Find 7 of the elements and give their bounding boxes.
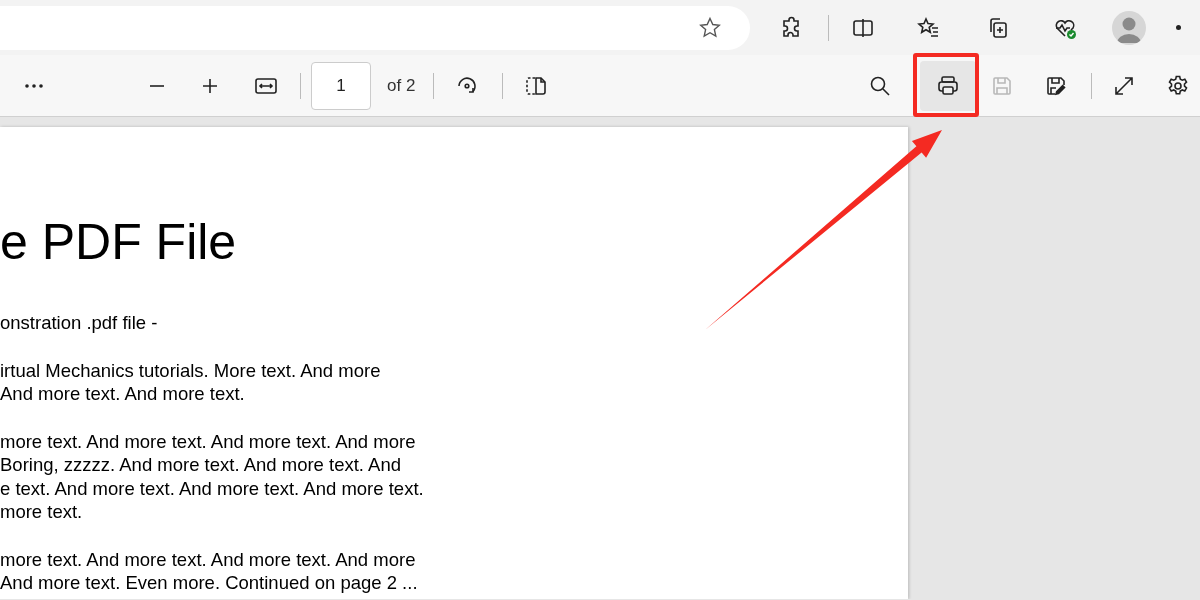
document-paragraph: more text. And more text. And more text. And more And more text. Even more. Continued on page 2 ...: [0, 547, 419, 595]
page-number-input[interactable]: 1: [311, 61, 371, 110]
page-count: of 2: [387, 74, 416, 97]
document-paragraph: more text. And more text. And more text. And more Boring, zzzzz. And more text. And more text. And e text. And more text. And more text. And more text. more text.: [0, 429, 425, 524]
document-paragraph: irtual Mechanics tutorials. More text. And more And more text. And more text.: [0, 358, 382, 406]
document-paragraph: onstration .pdf file -: [0, 311, 159, 335]
document-title: e PDF File: [0, 217, 238, 267]
